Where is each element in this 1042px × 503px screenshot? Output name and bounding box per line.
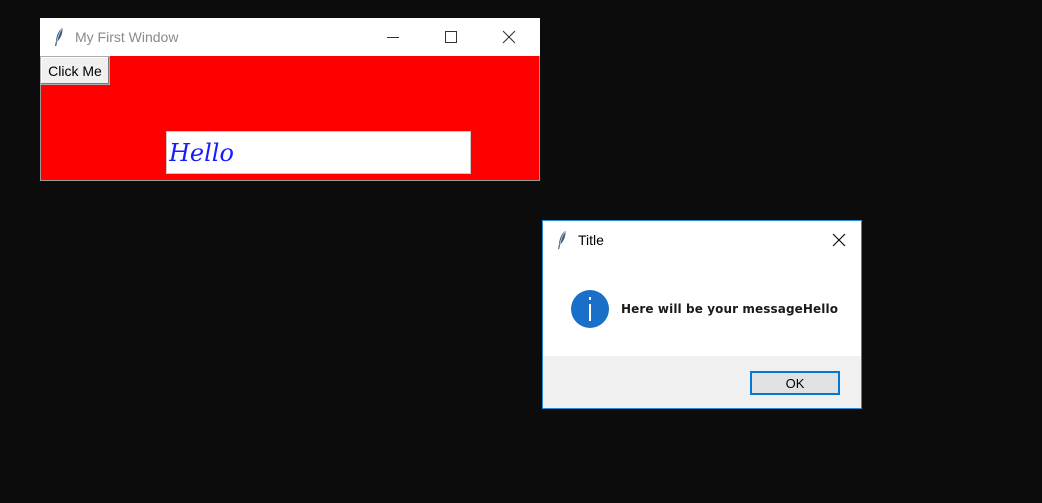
dialog-footer: OK <box>543 356 861 408</box>
dialog-title: Title <box>578 232 604 248</box>
info-icon <box>571 290 609 328</box>
dialog-message: Here will be your messageHello <box>621 302 839 316</box>
desktop: My First Window Click Me Hello Title Her… <box>0 0 1042 503</box>
minimize-button[interactable] <box>370 18 416 56</box>
main-window: My First Window Click Me <box>40 18 540 181</box>
feather-icon <box>55 28 63 46</box>
maximize-button[interactable] <box>428 18 474 56</box>
message-dialog: Title Here will be your messageHello OK <box>542 220 862 409</box>
dialog-titlebar[interactable]: Title <box>543 221 861 259</box>
info-glyph <box>589 297 591 321</box>
feather-icon <box>558 231 566 249</box>
maximize-icon <box>445 31 457 43</box>
minimize-icon <box>387 37 399 38</box>
window-client-area: Click Me <box>40 56 539 180</box>
close-icon <box>502 30 516 44</box>
ok-button[interactable]: OK <box>750 371 840 395</box>
hello-entry-field[interactable] <box>166 131 471 174</box>
close-button[interactable] <box>486 18 532 56</box>
window-title: My First Window <box>75 29 179 45</box>
close-icon <box>832 233 845 247</box>
dialog-close-button[interactable] <box>816 221 861 259</box>
click-me-button[interactable]: Click Me <box>40 56 110 85</box>
main-window-titlebar[interactable]: My First Window <box>40 18 540 56</box>
